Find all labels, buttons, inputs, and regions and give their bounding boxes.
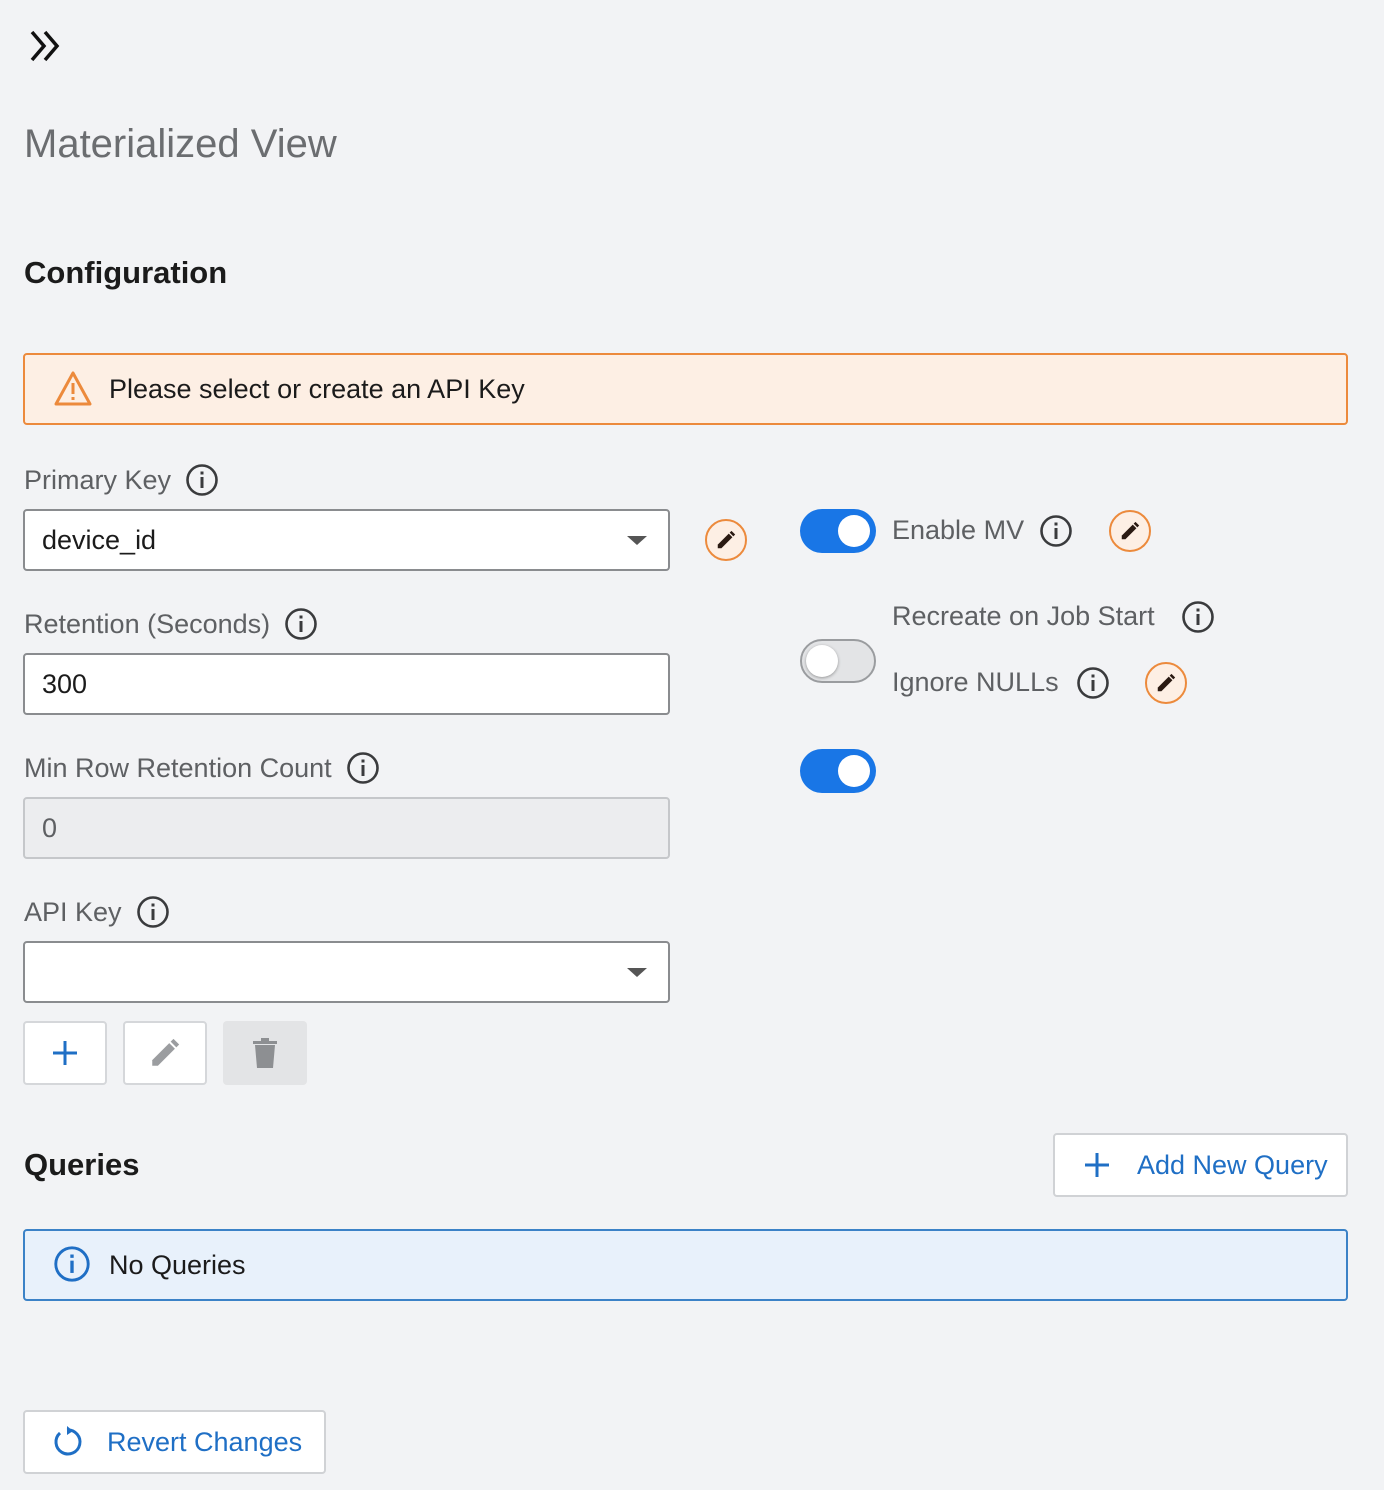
pencil-icon [1157,673,1176,692]
toggle-knob [806,645,838,677]
retention-input[interactable]: 300 [23,653,670,715]
dropdown-caret-icon [627,968,647,977]
double-chevron-right-icon [30,30,60,62]
primary-key-value: device_id [42,524,157,555]
add-api-key-button[interactable] [23,1021,107,1085]
edit-enable-mv-button[interactable] [1109,510,1151,552]
min-row-retention-label-row: Min Row Retention Count [24,751,380,785]
no-queries-text: No Queries [109,1249,246,1280]
trash-icon [253,1038,277,1068]
refresh-icon [54,1426,82,1456]
retention-label: Retention (Seconds) [24,608,271,639]
recreate-on-job-start-label: Recreate on Job Start [892,601,1155,631]
min-row-retention-value: 0 [42,812,58,843]
ignore-nulls-label: Ignore NULLs [892,667,1059,697]
dropdown-caret-icon [627,536,647,545]
primary-key-label-row: Primary Key [24,463,219,497]
toggle-knob [838,755,870,787]
primary-key-label: Primary Key [24,464,172,495]
retention-value: 300 [42,668,88,699]
edit-api-key-button[interactable] [123,1021,207,1085]
info-icon[interactable] [1181,600,1215,634]
info-icon[interactable] [1076,666,1110,700]
api-key-label: API Key [24,896,122,927]
recreate-on-job-start-toggle[interactable] [800,639,876,683]
revert-changes-label: Revert Changes [107,1426,303,1457]
min-row-retention-input: 0 [23,797,670,859]
info-icon[interactable] [346,751,380,785]
plus-icon [53,1041,77,1065]
pencil-icon [1121,521,1140,540]
enable-mv-toggle[interactable] [800,509,876,553]
retention-label-row: Retention (Seconds) [24,607,318,641]
enable-mv-label: Enable MV [892,515,1025,545]
add-new-query-button[interactable]: Add New Query [1053,1133,1348,1197]
revert-changes-button[interactable]: Revert Changes [23,1410,326,1474]
info-icon [53,1245,93,1285]
page-title: Materialized View [24,122,337,166]
api-key-label-row: API Key [24,895,170,929]
api-key-warning-alert: Please select or create an API Key [23,353,1348,425]
edit-ignore-nulls-button[interactable] [1145,662,1187,704]
edit-primary-key-button[interactable] [705,519,747,561]
info-icon[interactable] [284,607,318,641]
no-queries-alert: No Queries [23,1229,1348,1301]
info-icon[interactable] [1039,514,1073,548]
toggle-knob [838,515,870,547]
pencil-icon [152,1038,180,1066]
warning-text: Please select or create an API Key [109,373,525,404]
add-new-query-label: Add New Query [1137,1149,1328,1180]
expand-panel-button[interactable] [24,24,68,68]
api-key-select[interactable] [23,941,670,1003]
plus-icon [1085,1153,1109,1177]
ignore-nulls-toggle[interactable] [800,749,876,793]
min-row-retention-label: Min Row Retention Count [24,752,332,783]
info-icon[interactable] [136,895,170,929]
primary-key-select[interactable]: device_id [23,509,670,571]
warning-triangle-icon [53,369,93,409]
queries-heading: Queries [24,1147,140,1182]
configuration-heading: Configuration [24,255,228,290]
pencil-icon [717,530,736,549]
info-icon[interactable] [185,463,219,497]
delete-api-key-button [223,1021,307,1085]
